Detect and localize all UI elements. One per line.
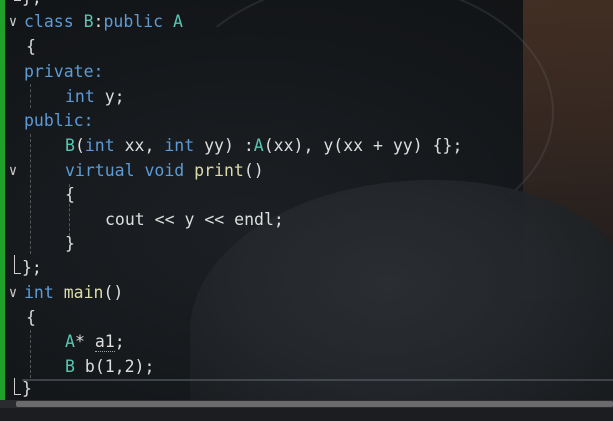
variable-token: b: [84, 357, 95, 376]
code-line-16: }: [22, 377, 32, 401]
type-token: int: [164, 136, 195, 155]
member-token: y: [323, 136, 334, 155]
keyword-token: public: [103, 12, 164, 31]
code-text: (): [103, 283, 124, 302]
code-text: (: [74, 136, 85, 155]
code-line-3: private:: [24, 60, 103, 84]
punct-token: :: [93, 12, 104, 31]
indent-guide: [30, 134, 31, 254]
code-text: y;: [94, 87, 125, 106]
code-line-11: };: [22, 256, 42, 280]
code-editor[interactable]: }; ∨ class B:public A { private: int y; …: [0, 0, 613, 400]
keyword-token: virtual: [65, 161, 135, 180]
fold-bracket-icon: [14, 0, 21, 1]
code-line-1: class B:public A: [24, 10, 183, 34]
scrollbar-thumb[interactable]: [16, 401, 613, 407]
class-name-token: A: [253, 136, 264, 155]
access-specifier-token: public:: [24, 111, 94, 130]
fold-chevron-icon[interactable]: ∨: [6, 281, 20, 305]
type-token: int: [24, 283, 54, 302]
code-text: ;: [114, 332, 125, 351]
fold-chevron-icon[interactable]: ∨: [6, 10, 20, 34]
class-name-token: B: [65, 357, 75, 376]
code-text: };: [22, 0, 42, 7]
access-specifier-token: private:: [24, 62, 104, 81]
code-text: }: [22, 379, 32, 398]
code-text: }: [65, 234, 75, 253]
keyword-token: class: [24, 12, 74, 31]
code-line-2: {: [26, 35, 36, 59]
code-line-4: int y;: [65, 85, 125, 109]
code-line-9: cout << y << endl;: [105, 208, 284, 232]
code-line-6: B(int xx, int yy) :A(xx), y(xx + yy) {};: [65, 134, 462, 158]
indent-guide: [30, 84, 31, 108]
code-line-13: {: [26, 306, 36, 330]
code-text: };: [22, 258, 42, 277]
type-token: int: [84, 136, 115, 155]
code-text: (1,2);: [94, 357, 155, 376]
code-line-15: B b(1,2);: [65, 355, 154, 379]
indent-guide: [69, 184, 70, 236]
indent-guide: [30, 330, 31, 378]
code-text: (xx),: [263, 136, 324, 155]
fold-bracket-icon: [14, 378, 21, 395]
code-line-12: int main(): [24, 281, 123, 305]
code-line-14: A* a1;: [65, 330, 125, 354]
code-text: (xx + yy) {};: [333, 136, 463, 155]
class-name-token: B: [83, 12, 94, 31]
function-name-token: main: [63, 283, 104, 302]
variable-token: a1: [94, 332, 115, 352]
function-name-token: print: [194, 161, 244, 180]
class-name-token: A: [65, 332, 75, 351]
code-text: {: [26, 37, 36, 56]
code-line-5: public:: [24, 109, 94, 133]
horizontal-scrollbar[interactable]: [0, 400, 613, 421]
constructor-token: B: [65, 136, 75, 155]
fold-bracket-icon: [14, 255, 21, 274]
code-text: xx,: [114, 136, 165, 155]
code-text: yy) :: [194, 136, 254, 155]
code-line-0: };: [22, 0, 42, 10]
code-text: (): [243, 161, 264, 180]
type-token: int: [65, 87, 95, 106]
code-line-7: virtual void print(): [65, 159, 264, 183]
class-name-token: A: [173, 12, 183, 31]
fold-chevron-icon[interactable]: ∨: [6, 159, 20, 183]
code-text: *: [74, 332, 85, 351]
keyword-token: void: [144, 161, 185, 180]
code-text: {: [26, 308, 36, 327]
code-text: cout << y << endl;: [105, 210, 284, 229]
scrollbar-track[interactable]: [0, 400, 613, 408]
current-line-highlight: [22, 379, 613, 381]
